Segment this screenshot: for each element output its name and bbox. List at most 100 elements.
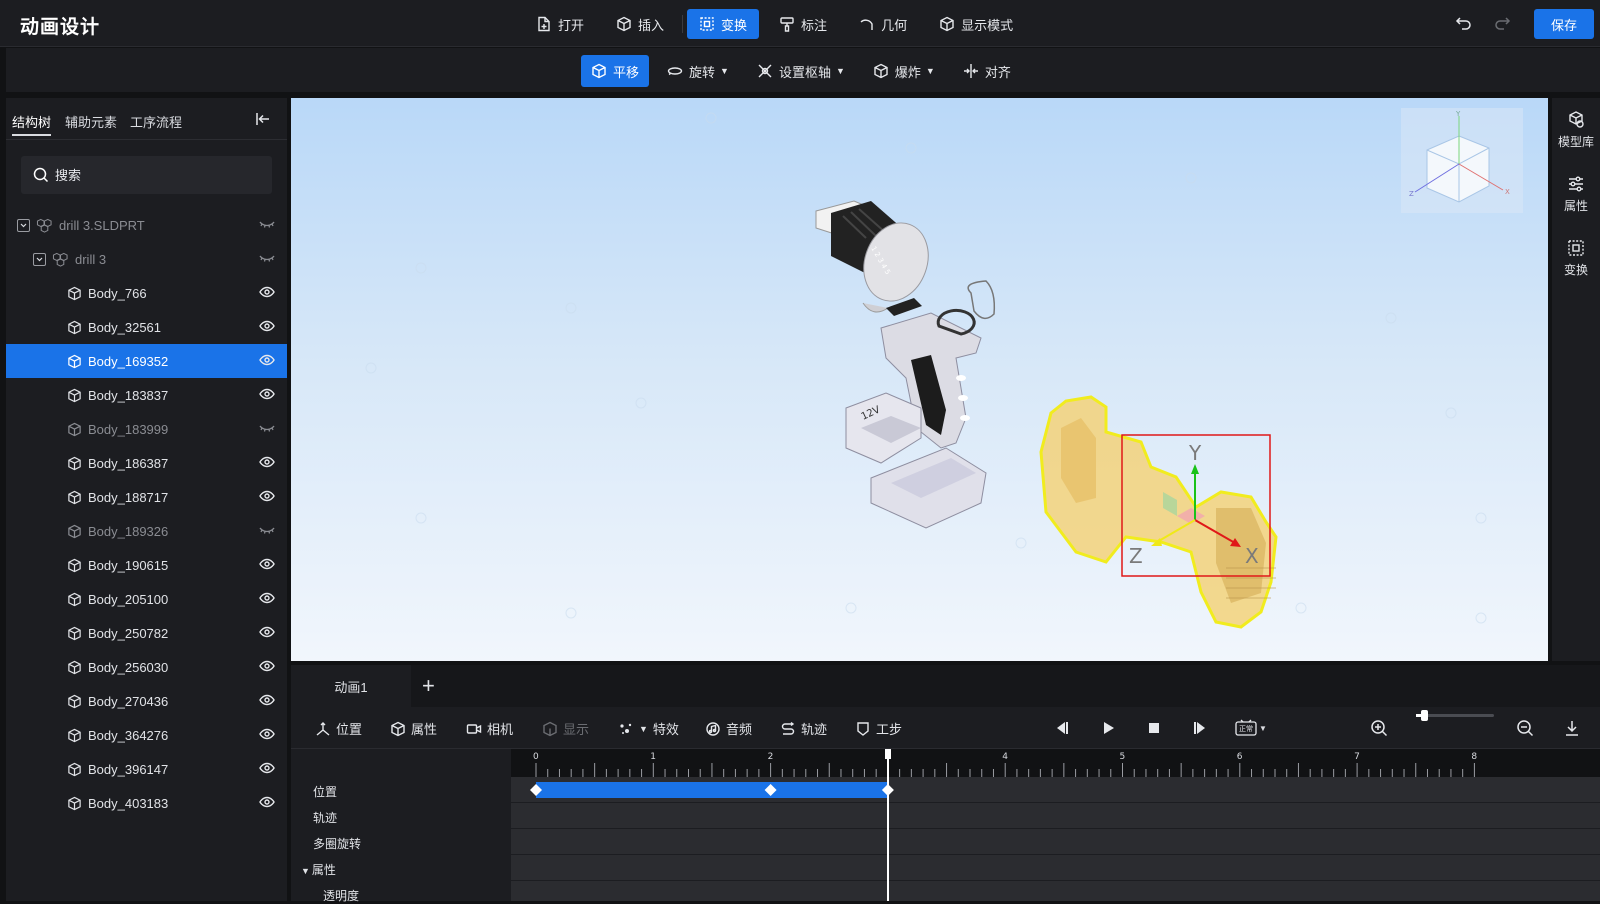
tree-row[interactable]: Body_183837 (6, 378, 287, 412)
next-keyframe-icon[interactable] (1191, 719, 1209, 737)
rotate-button[interactable]: 旋转 ▼ (657, 55, 739, 87)
track-label[interactable]: ▼ 属性 (301, 861, 336, 878)
download-icon[interactable] (1563, 719, 1581, 737)
playback-speed-select[interactable]: 正常 ▼ (1235, 719, 1267, 737)
track-label[interactable]: 多圈旋转 (313, 835, 361, 852)
body-cube-icon (67, 694, 82, 709)
eye-closed-icon[interactable] (259, 218, 275, 233)
body-cube-icon (67, 592, 82, 607)
transform-panel-button[interactable]: 变换 (1552, 238, 1600, 278)
stop-icon[interactable] (1145, 719, 1163, 737)
tree-row[interactable]: Body_256030 (6, 650, 287, 684)
eye-icon[interactable] (259, 388, 275, 403)
zoom-in-icon[interactable] (1370, 719, 1388, 737)
tree-row[interactable]: drill 3.SLDPRT (6, 208, 287, 242)
tree-row[interactable]: Body_188717 (6, 480, 287, 514)
transform-button[interactable]: 变换 (687, 9, 760, 39)
rotate-icon (667, 67, 683, 76)
trajectory-track-button[interactable]: 轨迹 (780, 719, 827, 738)
eye-icon[interactable] (259, 694, 275, 709)
tab-animation-1[interactable]: 动画1 (291, 665, 411, 707)
tree-row[interactable]: Body_403183 (6, 786, 287, 820)
tree-row[interactable]: Body_32561 (6, 310, 287, 344)
play-icon[interactable] (1099, 719, 1117, 737)
properties-button[interactable]: 属性 (1552, 174, 1600, 214)
caret-down-icon[interactable]: ▼ (301, 866, 310, 876)
tree-row[interactable]: Body_186387 (6, 446, 287, 480)
tab-process-flow[interactable]: 工序流程 (130, 112, 182, 131)
step-track-button[interactable]: 工步 (855, 719, 902, 738)
eye-icon[interactable] (259, 728, 275, 743)
track-label[interactable]: 轨迹 (313, 809, 337, 826)
time-ruler[interactable]: 012345678 (511, 749, 1600, 777)
open-button[interactable]: 打开 (524, 9, 596, 39)
tree-row[interactable]: Body_766 (6, 276, 287, 310)
selected-housing-part[interactable] (1039, 395, 1278, 629)
eye-icon[interactable] (259, 592, 275, 607)
tab-structure-tree[interactable]: 结构树 (12, 112, 52, 136)
tree-row[interactable]: Body_396147 (6, 752, 287, 786)
eye-icon[interactable] (259, 626, 275, 641)
tree-row[interactable]: Body_189326 (6, 514, 287, 548)
set-pivot-button[interactable]: 设置枢轴 ▼ (747, 55, 855, 87)
zoom-out-icon[interactable] (1516, 719, 1534, 737)
translate-button[interactable]: 平移 (581, 55, 650, 87)
eye-closed-icon[interactable] (259, 422, 275, 437)
collapse-panel-icon[interactable] (254, 110, 272, 128)
3d-viewport[interactable]: 1 2 3 4 5 12V Y X Z Y X Z (291, 98, 1548, 661)
tree-row[interactable]: Body_190615 (6, 548, 287, 582)
timeline-zoom-slider[interactable] (1416, 710, 1494, 721)
eye-icon[interactable] (259, 490, 275, 505)
tree-item-label: Body_250782 (88, 625, 169, 641)
undo-icon[interactable] (1455, 14, 1473, 32)
tree-row[interactable]: Body_183999 (6, 412, 287, 446)
view-cube[interactable]: Y X Z (1401, 108, 1523, 213)
redo-icon[interactable] (1493, 14, 1511, 32)
geometry-button[interactable]: 几何 (847, 9, 919, 39)
tree-row[interactable]: Body_270436 (6, 684, 287, 718)
collapse-toggle-icon[interactable] (33, 252, 46, 266)
tree-row[interactable]: Body_364276 (6, 718, 287, 752)
eye-icon[interactable] (259, 558, 275, 573)
tab-auxiliary-elements[interactable]: 辅助元素 (65, 112, 117, 131)
track-label[interactable]: 位置 (313, 783, 337, 800)
track-area[interactable] (511, 777, 1600, 901)
eye-icon[interactable] (259, 320, 275, 335)
eye-icon[interactable] (259, 354, 275, 369)
scene-canvas[interactable]: 1 2 3 4 5 12V Y X Z Y X Z (291, 98, 1548, 661)
annotate-button[interactable]: 标注 (767, 9, 839, 39)
camera-track-button[interactable]: 相机 (466, 719, 513, 738)
playhead[interactable] (882, 749, 894, 901)
display-mode-button[interactable]: 显示模式 (927, 9, 1025, 39)
collapse-toggle-icon[interactable] (17, 218, 30, 232)
display-track-button[interactable]: 显示 (542, 719, 589, 738)
property-track-button[interactable]: 属性 (390, 719, 437, 738)
eye-icon[interactable] (259, 456, 275, 471)
zoom-slider-knob[interactable] (1420, 710, 1428, 721)
explode-button[interactable]: 爆炸 ▼ (863, 55, 945, 87)
effects-track-button[interactable]: ▼ 特效 (618, 719, 679, 738)
eye-closed-icon[interactable] (259, 252, 275, 267)
track-label[interactable]: 透明度 (323, 887, 359, 904)
tree-row[interactable]: drill 3 (6, 242, 287, 276)
drill-chuck-part[interactable]: 1 2 3 4 5 (815, 200, 939, 313)
eye-icon[interactable] (259, 796, 275, 811)
search-input[interactable] (55, 167, 255, 183)
tree-row[interactable]: Body_250782 (6, 616, 287, 650)
gizmo-z-label: Z (1129, 544, 1143, 568)
eye-closed-icon[interactable] (259, 524, 275, 539)
position-track-button[interactable]: 位置 (315, 719, 362, 738)
eye-icon[interactable] (259, 660, 275, 675)
align-button[interactable]: 对齐 (953, 55, 1021, 87)
save-button[interactable]: 保存 (1534, 9, 1594, 39)
tree-row[interactable]: Body_205100 (6, 582, 287, 616)
eye-icon[interactable] (259, 762, 275, 777)
eye-icon[interactable] (259, 286, 275, 301)
insert-button[interactable]: 插入 (604, 9, 676, 39)
tree-row[interactable]: Body_169352 (6, 344, 287, 378)
previous-keyframe-icon[interactable] (1053, 719, 1071, 737)
body-cube-icon (67, 796, 82, 811)
model-library-button[interactable]: 模型库 (1552, 110, 1600, 150)
add-animation-button[interactable]: + (422, 673, 435, 699)
audio-track-button[interactable]: 音频 (705, 719, 752, 738)
